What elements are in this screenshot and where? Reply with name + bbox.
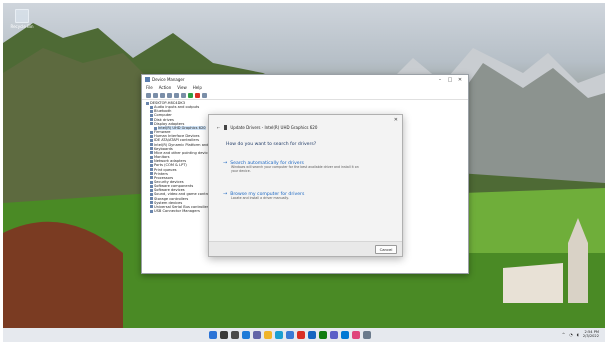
update-driver-icon[interactable] — [188, 92, 193, 98]
search-icon[interactable] — [220, 331, 228, 339]
dialog-close-icon[interactable]: ✕ — [394, 117, 398, 123]
device-manager-icon[interactable] — [363, 331, 371, 339]
dialog-question: How do you want to search for drivers? — [226, 142, 317, 147]
media-icon[interactable] — [352, 331, 360, 339]
device-category-icon — [154, 126, 157, 130]
device-category-icon — [150, 105, 153, 109]
recycle-bin-icon — [15, 9, 29, 23]
device-category-icon — [150, 201, 153, 205]
device-category-icon — [150, 147, 153, 151]
device-category-icon — [150, 197, 153, 201]
show-hide-tree-icon[interactable] — [160, 92, 165, 98]
disable-device-icon[interactable] — [202, 92, 207, 98]
file-explorer-icon[interactable] — [264, 331, 272, 339]
taskbar: ^ ◔ ◖ 2:54 PM 2/3/2022 — [3, 328, 605, 342]
toolbar — [142, 91, 468, 100]
display-adapter-icon — [224, 125, 228, 130]
device-category-icon — [150, 184, 153, 188]
option-description: Locate and install a driver manually. — [231, 196, 289, 200]
device-category-icon — [150, 180, 153, 184]
update-drivers-dialog: ✕ ← Update Drivers - Intel(R) UHD Graphi… — [208, 114, 403, 257]
system-tray: ^ ◔ ◖ 2:54 PM 2/3/2022 — [562, 330, 599, 338]
recycle-bin-label: Recycle Bin — [10, 24, 34, 29]
forward-icon[interactable] — [153, 92, 158, 98]
dialog-footer: Cancel — [209, 241, 402, 256]
device-category-icon — [150, 163, 153, 167]
taskbar-icons — [209, 331, 371, 339]
device-category-icon — [150, 188, 153, 192]
browse-computer-option[interactable]: → Browse my computer for drivers Locate … — [223, 192, 373, 201]
chat-icon[interactable] — [253, 331, 261, 339]
device-category-icon — [150, 138, 153, 142]
menu-view[interactable]: View — [177, 85, 187, 90]
device-category-icon — [146, 101, 149, 105]
help-icon[interactable] — [174, 92, 179, 98]
dialog-header-text: Update Drivers - Intel(R) UHD Graphics 6… — [230, 125, 318, 130]
clock[interactable]: 2:54 PM 2/3/2022 — [583, 330, 599, 338]
device-category-icon — [150, 114, 153, 118]
tree-node-label: USB Connector Managers — [154, 209, 200, 214]
device-category-icon — [150, 130, 153, 134]
device-manager-titlebar[interactable]: Device Manager – □ ✕ — [142, 75, 468, 84]
device-category-icon — [150, 143, 153, 147]
window-close-button[interactable]: ✕ — [455, 77, 465, 83]
menu-bar: File Action View Help — [142, 84, 468, 91]
chrome-icon[interactable] — [297, 331, 305, 339]
scan-hardware-icon[interactable] — [181, 92, 186, 98]
device-category-icon — [150, 109, 153, 113]
option-description: Windows will search your computer for th… — [231, 165, 359, 173]
start-icon[interactable] — [209, 331, 217, 339]
maximize-button[interactable]: □ — [445, 77, 455, 83]
menu-help[interactable]: Help — [193, 85, 202, 90]
minimize-button[interactable]: – — [435, 77, 445, 83]
xbox-icon[interactable] — [319, 331, 327, 339]
right-arrow-icon: → — [223, 191, 228, 197]
device-category-icon — [150, 168, 153, 172]
dialog-header: ← Update Drivers - Intel(R) UHD Graphics… — [217, 125, 317, 130]
edge-icon[interactable] — [275, 331, 283, 339]
device-tree: DESKTOP-H8C4DK3 Audio inputs and outputs B… — [146, 101, 212, 213]
chevron-up-icon[interactable]: ^ — [562, 332, 565, 337]
task-view-icon[interactable] — [231, 331, 239, 339]
uninstall-device-icon[interactable] — [195, 92, 200, 98]
device-category-icon — [150, 193, 153, 197]
mail-icon[interactable] — [308, 331, 316, 339]
device-manager-app-icon — [145, 77, 150, 82]
search-automatically-option[interactable]: → Search automatically for drivers Windo… — [223, 161, 373, 174]
cancel-button[interactable]: Cancel — [375, 245, 397, 254]
volume-icon[interactable]: ◖ — [577, 332, 579, 337]
device-category-icon — [150, 172, 153, 176]
device-category-icon — [150, 209, 153, 213]
device-category-icon — [150, 118, 153, 122]
recycle-bin[interactable]: Recycle Bin — [7, 9, 37, 29]
device-category-icon — [150, 176, 153, 180]
device-category-icon — [150, 151, 153, 155]
clock-date: 2/3/2022 — [582, 334, 599, 339]
device-manager-title: Device Manager — [152, 77, 185, 82]
back-icon[interactable] — [146, 92, 151, 98]
menu-action[interactable]: Action — [159, 85, 172, 90]
store-icon[interactable] — [286, 331, 294, 339]
photos-icon[interactable] — [341, 331, 349, 339]
device-category-icon — [150, 205, 153, 209]
device-category-icon — [150, 122, 153, 126]
desktop: Recycle Bin Device Manager – □ ✕ File Ac… — [3, 3, 605, 328]
teams-icon[interactable] — [330, 331, 338, 339]
device-category-icon — [150, 134, 153, 138]
properties-icon[interactable] — [167, 92, 172, 98]
device-category-icon — [150, 155, 153, 159]
right-arrow-icon: → — [223, 160, 228, 166]
back-arrow-icon[interactable]: ← — [217, 125, 220, 130]
wifi-icon[interactable]: ◔ — [569, 332, 573, 337]
menu-file[interactable]: File — [146, 85, 153, 90]
widgets-icon[interactable] — [242, 331, 250, 339]
device-category-icon — [150, 159, 153, 163]
tree-node[interactable]: USB Connector Managers — [146, 209, 212, 213]
